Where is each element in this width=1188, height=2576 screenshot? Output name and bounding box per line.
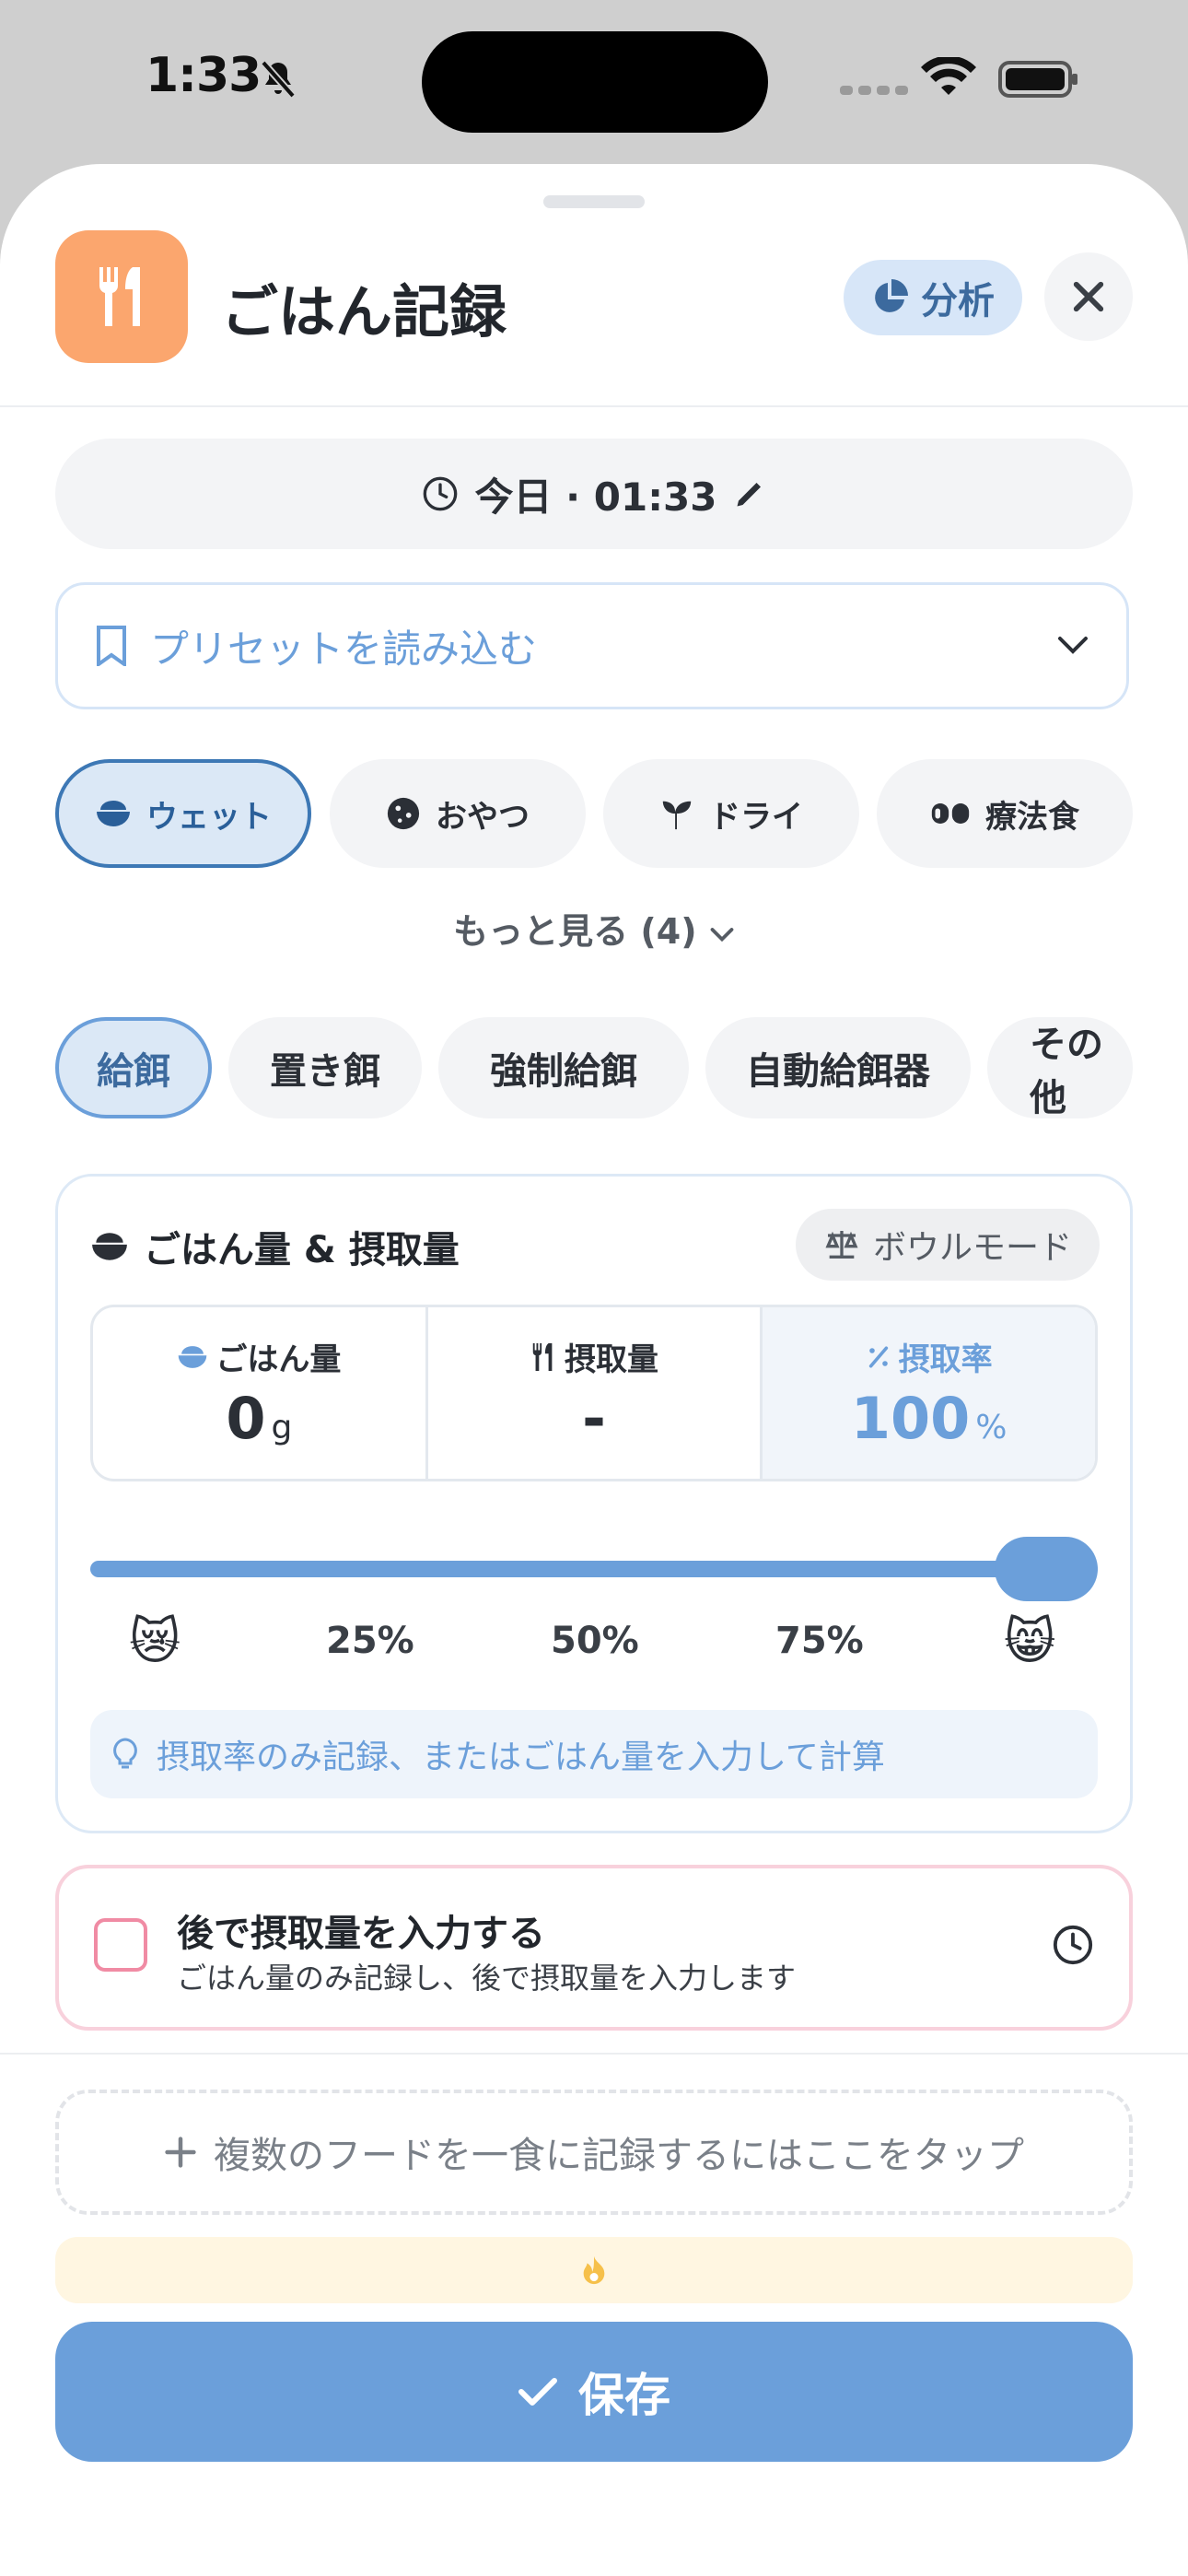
datetime-label: 今日 · 01:33 — [474, 474, 717, 520]
method-tab-other[interactable]: その他 — [987, 1017, 1133, 1118]
intake-slider-track[interactable] — [90, 1561, 1098, 1577]
food-amount-field[interactable]: ごはん量 0g — [93, 1307, 425, 1479]
show-more-label: もっと見る (4) — [453, 911, 697, 952]
status-time: 1:33 — [146, 48, 262, 103]
food-type-label: ウェット — [146, 798, 272, 836]
scale-icon — [825, 1231, 858, 1259]
method-tab-forced[interactable]: 強制給餌 — [438, 1017, 689, 1118]
save-button[interactable]: 保存 — [55, 2322, 1133, 2462]
food-amount-label-row: ごはん量 — [177, 1334, 341, 1379]
intake-label-row: 摂取量 — [530, 1334, 658, 1379]
checkmark-icon — [518, 2378, 557, 2406]
bowl-icon — [97, 801, 130, 826]
header-divider — [0, 405, 1188, 407]
close-icon — [1073, 281, 1104, 312]
notice-banner — [55, 2237, 1133, 2303]
fork-knife-icon — [55, 230, 188, 363]
battery-icon — [998, 61, 1077, 98]
intake-rate-value-row: 100% — [851, 1385, 1007, 1452]
intake-rate-value: 100 — [850, 1385, 971, 1452]
food-amount-value-row: 0g — [226, 1385, 292, 1452]
datetime-selector[interactable]: 今日 · 01:33 — [55, 439, 1133, 549]
slider-tick-25: 25% — [326, 1620, 414, 1662]
later-intake-title: 後で摂取量を入力する — [177, 1913, 545, 1955]
fork-knife-icon — [532, 1342, 553, 1371]
happy-cat-emoji: 😸 — [1004, 1612, 1056, 1670]
food-type-wet[interactable]: ウェット — [55, 759, 311, 868]
seedling-icon — [662, 801, 692, 830]
amount-card-title: ごはん量 & 摂取量 — [90, 1220, 460, 1273]
wifi-icon — [921, 57, 976, 95]
lightbulb-icon — [113, 1738, 137, 1769]
method-tab-auto-feeder[interactable]: 自動給餌器 — [705, 1017, 971, 1118]
amount-card-title-text: ごはん量 & 摂取量 — [144, 1229, 460, 1271]
chevron-down-icon — [710, 928, 734, 943]
close-button[interactable] — [1044, 252, 1133, 341]
bowl-mode-button[interactable]: ボウルモード — [796, 1209, 1100, 1281]
slider-tick-75: 75% — [775, 1620, 864, 1662]
intake-hint-text: 摂取率のみ記録、またはごはん量を入力して計算 — [157, 1739, 885, 1776]
food-type-dry[interactable]: ドライ — [603, 759, 859, 868]
food-amount-label: ごはん量 — [215, 1341, 342, 1378]
food-type-snack[interactable]: おやつ — [330, 759, 586, 868]
intake-rate-label: 摂取率 — [898, 1341, 993, 1378]
intake-hint: 摂取率のみ記録、またはごはん量を入力して計算 — [90, 1710, 1098, 1798]
food-type-label: ドライ — [709, 798, 803, 836]
add-multiple-foods-button[interactable]: 複数のフードを一食に記録するにはここをタップ — [55, 2090, 1133, 2215]
footer-divider — [0, 2053, 1188, 2055]
clock-icon — [1053, 1925, 1093, 1965]
preset-dropdown[interactable]: プリセットを読み込む — [55, 582, 1129, 709]
add-multiple-foods-label: 複数のフードを一食に記録するにはここをタップ — [214, 2135, 1024, 2177]
plus-icon — [165, 2137, 196, 2168]
intake-rate-field[interactable]: 摂取率 100% — [760, 1307, 1095, 1479]
pencil-icon — [737, 483, 762, 507]
sheet-grabber[interactable] — [543, 195, 645, 208]
intake-field[interactable]: 摂取量 - — [425, 1307, 761, 1479]
intake-label: 摂取量 — [565, 1341, 658, 1378]
sad-cat-emoji: 😿 — [129, 1612, 181, 1670]
preset-placeholder: プリセットを読み込む — [150, 626, 538, 672]
analysis-label: 分析 — [921, 280, 995, 322]
fire-icon — [583, 2255, 605, 2285]
food-amount-unit: g — [271, 1409, 293, 1446]
chevron-down-icon — [1058, 637, 1088, 654]
pie-chart-icon — [875, 279, 908, 312]
percent-icon — [868, 1345, 888, 1368]
food-type-label: 療法食 — [985, 798, 1079, 836]
status-bar: 1:33 — [0, 0, 1188, 157]
slider-tick-50: 50% — [551, 1620, 639, 1662]
analysis-button[interactable]: 分析 — [844, 260, 1022, 335]
dynamic-island — [422, 31, 768, 133]
bowl-mode-label: ボウルモード — [872, 1229, 1072, 1267]
save-label: 保存 — [578, 2369, 670, 2422]
cookie-icon — [387, 797, 420, 830]
intake-rate-unit: % — [975, 1409, 1007, 1446]
intake-rate-label-row: 摂取率 — [866, 1334, 993, 1379]
food-type-label: おやつ — [436, 798, 530, 836]
pills-icon — [931, 803, 970, 824]
page-title: ごはん記録 — [221, 278, 507, 345]
food-amount-value: 0 — [226, 1385, 266, 1452]
bell-slash-icon — [261, 60, 296, 99]
bookmark-icon — [97, 626, 126, 666]
method-tab-feeding[interactable]: 給餌 — [55, 1017, 212, 1118]
bowl-icon — [92, 1233, 127, 1260]
clock-icon — [423, 476, 457, 511]
bowl-icon — [179, 1345, 207, 1368]
metrics-panel: ごはん量 0g 摂取量 - 摂取率 100% — [90, 1305, 1098, 1481]
intake-slider-thumb[interactable] — [995, 1537, 1098, 1601]
method-tab-left-out[interactable]: 置き餌 — [228, 1017, 422, 1118]
cellular-signal-icon — [840, 81, 914, 99]
intake-value: - — [582, 1385, 606, 1452]
later-intake-checkbox[interactable] — [94, 1918, 147, 1972]
later-intake-subtitle: ごはん量のみ記録し、後で摂取量を入力します — [177, 1961, 797, 1996]
show-more-button[interactable]: もっと見る (4) — [0, 903, 1188, 954]
food-type-therapeutic[interactable]: 療法食 — [877, 759, 1133, 868]
